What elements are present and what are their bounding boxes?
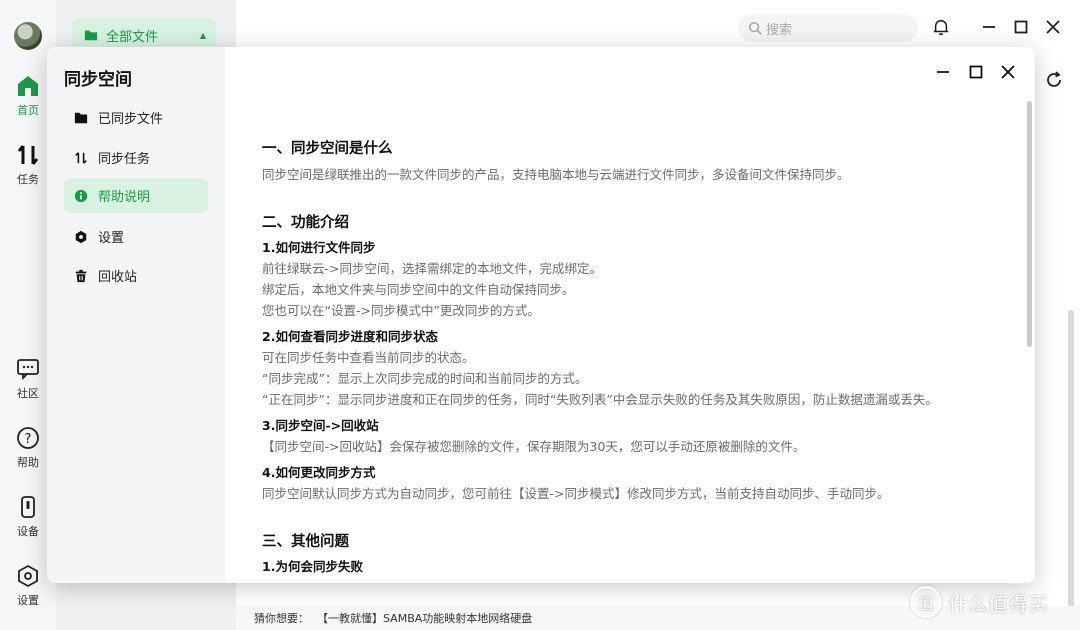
dialog-header — [225, 47, 1035, 99]
dialog-scrollbar[interactable] — [1027, 101, 1032, 347]
trash-icon — [75, 269, 87, 282]
close-icon — [1046, 20, 1060, 34]
section-title: 一、同步空间是什么 — [262, 141, 393, 157]
nav-item-settings[interactable]: 设置 — [64, 219, 208, 254]
folder-icon — [84, 30, 98, 41]
answer-line: “同步完成”：显示上次同步完成的时间和当前同步的方式。 — [262, 371, 588, 386]
suggestion-link[interactable]: 【一教就懂】SAMBA功能映射本地网络硬盘 — [317, 610, 532, 626]
home-icon — [18, 76, 38, 96]
minimize-icon — [937, 71, 949, 73]
watermark-logo: 值 — [910, 586, 942, 618]
nav-label: 设置 — [98, 231, 125, 246]
nav-label: 帮助说明 — [98, 190, 151, 205]
answer-line: 前往绿联云->同步空间，选择需绑定的本地文件，完成绑定。 — [262, 261, 602, 276]
dialog-title: 同步空间 — [64, 70, 132, 90]
dialog-maximize-button[interactable] — [965, 61, 987, 83]
suggestion-label: 猜你想要： — [254, 612, 309, 625]
rail-label-home: 首页 — [17, 104, 39, 117]
maximize-icon — [969, 65, 983, 79]
dialog-sidebar: 同步空间 已同步文件 同步任务 帮助说明 设置 回收站 — [47, 47, 225, 583]
refresh-icon[interactable] — [1044, 70, 1064, 90]
question-title: 1.如何进行文件同步 — [262, 240, 376, 255]
answer-line: “正在同步”：显示同步进度和正在同步的任务，同时“失败列表”中会显示失败的任务及… — [262, 392, 938, 407]
rail-label-tasks: 任务 — [17, 173, 39, 186]
question-title: 2.如何查看同步进度和同步状态 — [262, 329, 438, 344]
close-icon — [1001, 65, 1015, 79]
rail-label-settings: 设置 — [17, 594, 39, 607]
watermark: 值 什么值得买 — [910, 586, 1048, 618]
help-content: 一、同步空间是什么 同步空间是绿联推出的一款文件同步的产品，支持电脑本地与云端进… — [225, 99, 1035, 583]
nav-item-synced-files[interactable]: 已同步文件 — [64, 100, 208, 135]
section-title: 三、其他问题 — [262, 534, 349, 550]
chevron-up-icon: ▲ — [199, 30, 206, 40]
watermark-text: 什么值得买 — [948, 591, 1048, 616]
question-title: 3.同步空间->回收站 — [262, 418, 379, 433]
folder-icon — [74, 112, 88, 123]
device-icon — [21, 496, 35, 518]
nav-label: 回收站 — [98, 270, 138, 285]
app-close-button[interactable] — [1042, 16, 1064, 38]
app-minimize-button[interactable] — [978, 16, 1000, 38]
dialog-minimize-button[interactable] — [932, 61, 954, 83]
question-title: 1.为何会同步失败 — [262, 559, 363, 574]
answer-line: 您也可以在“设置->同步模式中”更改同步的方式。 — [262, 303, 540, 318]
settings-hex-icon — [75, 230, 87, 243]
search-icon — [749, 22, 762, 35]
dialog-close-button[interactable] — [997, 61, 1019, 83]
rail-label-device: 设备 — [17, 525, 39, 538]
rail-label-community: 社区 — [17, 387, 39, 400]
nav-item-help[interactable]: 帮助说明 — [64, 178, 208, 213]
question-icon: ? — [17, 427, 39, 449]
question-title: 4.如何更改同步方式 — [262, 465, 376, 480]
answer-line: 【同步空间->回收站】会保存被您删除的文件，保存期限为30天，您可以手动还原被删… — [262, 439, 806, 454]
nav-item-recycle-bin[interactable]: 回收站 — [64, 258, 208, 293]
answer-line: 可在同步任务中查看当前同步的状态。 — [262, 350, 475, 365]
bell-icon — [933, 20, 949, 35]
nav-label: 已同步文件 — [98, 112, 164, 127]
section-title: 二、功能介绍 — [262, 215, 349, 231]
nav-label: 同步任务 — [98, 152, 151, 167]
svg-text:?: ? — [25, 432, 32, 447]
answer-line: 同步空间默认同步方式为自动同步，您可前往【设置->同步模式】修改同步方式，当前支… — [262, 486, 890, 501]
info-icon — [74, 189, 88, 202]
sync-space-dialog: 同步空间 已同步文件 同步任务 帮助说明 设置 回收站 一、同步空间是什么 同步… — [47, 47, 1035, 583]
avatar[interactable] — [14, 22, 42, 50]
rail-label-help: 帮助 — [17, 456, 39, 469]
all-files-label: 全部文件 — [106, 29, 159, 45]
background-scrollbar[interactable] — [1068, 310, 1074, 610]
chat-icon — [17, 359, 39, 381]
sync-arrows-icon — [75, 151, 87, 164]
answer-line: 绑定后，本地文件夹与同步空间中的文件自动保持同步。 — [262, 282, 575, 297]
section-text: 同步空间是绿联推出的一款文件同步的产品，支持电脑本地与云端进行文件同步，多设备间… — [262, 167, 850, 182]
nav-item-sync-tasks[interactable]: 同步任务 — [64, 140, 208, 175]
app-maximize-button[interactable] — [1010, 16, 1032, 38]
settings-hex-icon — [18, 564, 38, 588]
bell-button[interactable] — [930, 16, 952, 38]
maximize-icon — [1014, 20, 1028, 34]
search-placeholder: 搜索 — [766, 22, 793, 38]
transfer-icon — [17, 145, 39, 165]
minimize-icon — [983, 26, 995, 28]
search-input[interactable]: 搜索 — [738, 14, 918, 42]
